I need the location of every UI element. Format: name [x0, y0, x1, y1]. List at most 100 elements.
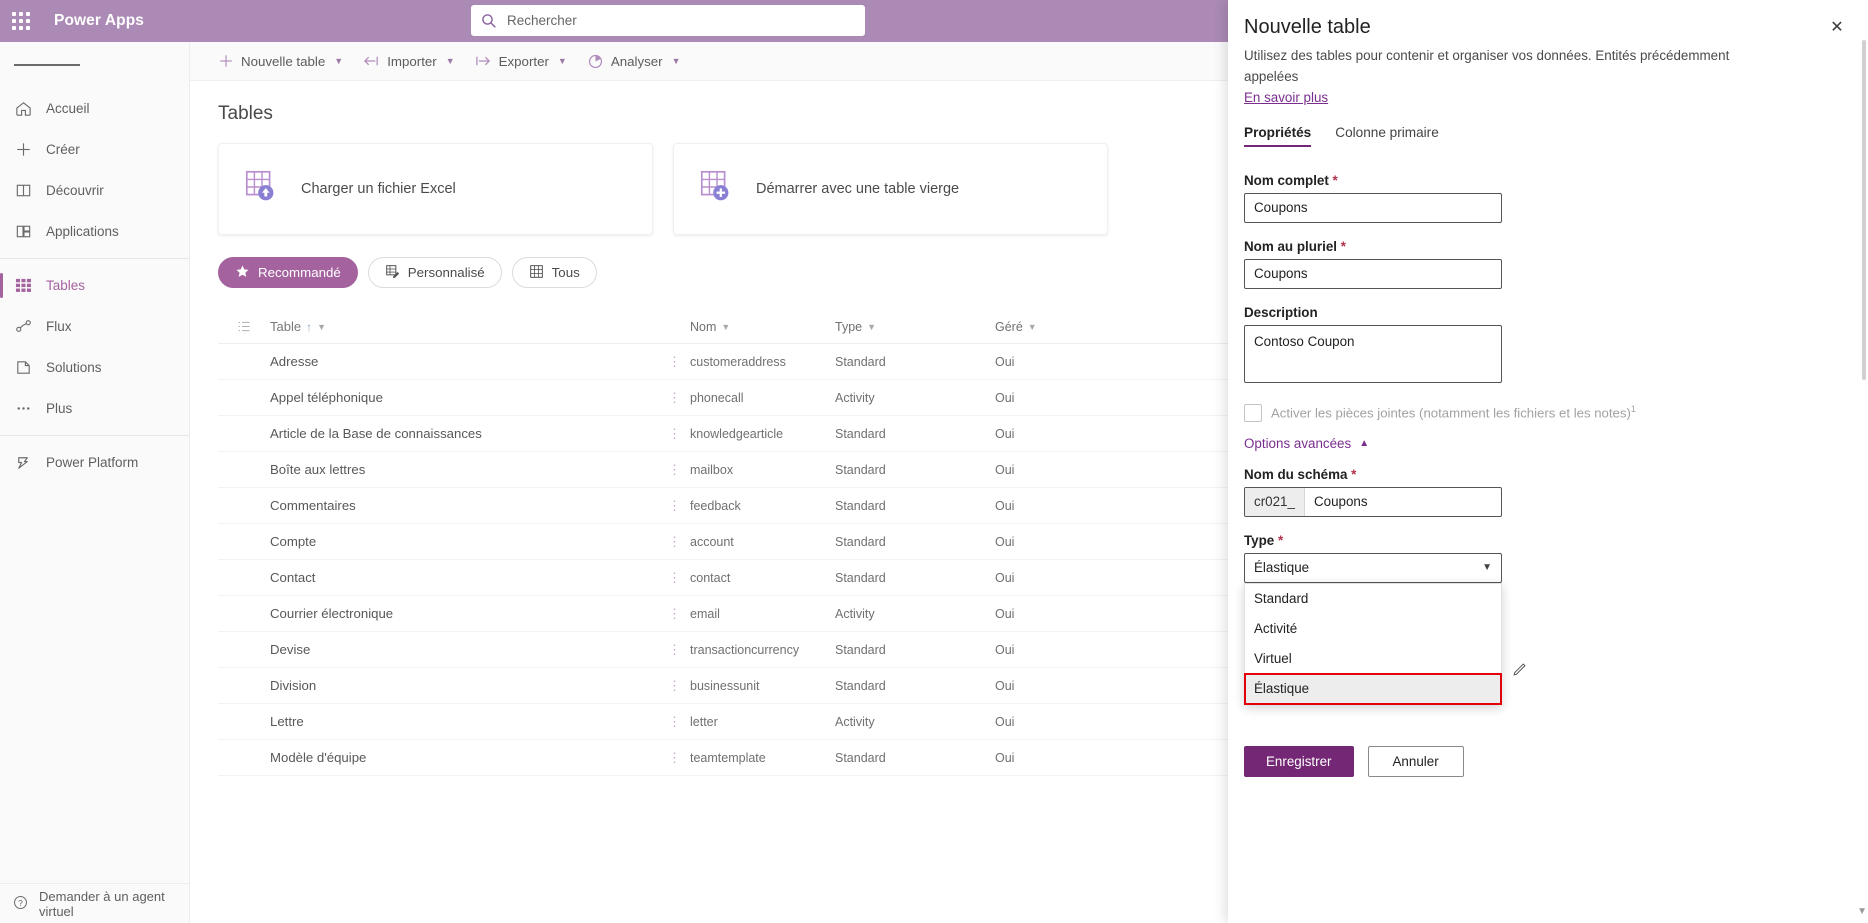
cell-type: Standard [835, 679, 995, 693]
row-more-icon[interactable]: ⋮ [660, 354, 690, 370]
chat-bot-icon: ? [12, 894, 29, 914]
virtual-agent-button[interactable]: ? Demander à un agent virtuel [0, 883, 190, 923]
description-textarea[interactable]: Contoso Coupon [1244, 325, 1502, 383]
app-launcher-icon[interactable] [0, 0, 42, 42]
cell-logical-name: letter [690, 715, 835, 729]
command-label: Nouvelle table [241, 54, 325, 69]
close-icon[interactable]: ✕ [1822, 12, 1852, 42]
advanced-label: Options avancées [1244, 436, 1351, 451]
cell-managed: Oui [995, 391, 1115, 405]
tab-colonne-primaire[interactable]: Colonne primaire [1335, 125, 1439, 147]
row-more-icon[interactable]: ⋮ [660, 714, 690, 730]
type-option-activite[interactable]: Activité [1245, 614, 1501, 644]
hamburger-icon[interactable] [0, 42, 189, 88]
sidebar-item-power-platform[interactable]: Power Platform [0, 442, 189, 483]
cell-table-name: Devise [270, 642, 660, 657]
sidebar-item-plus[interactable]: Plus [0, 388, 189, 429]
sort-ascending-icon: ↑ [306, 320, 312, 334]
filter-recommande[interactable]: Recommandé [218, 257, 358, 288]
type-option-virtuel[interactable]: Virtuel [1245, 644, 1501, 674]
chevron-down-icon[interactable]: ▼ [721, 322, 730, 332]
import-arrow-icon [363, 54, 380, 68]
row-more-icon[interactable]: ⋮ [660, 462, 690, 478]
chevron-down-icon[interactable]: ▼ [558, 56, 567, 66]
filter-personnalise[interactable]: Personnalisé [368, 257, 502, 288]
column-header-gere[interactable]: Géré ▼ [995, 320, 1115, 334]
export-button[interactable]: Exporter ▼ [467, 49, 575, 74]
row-more-icon[interactable]: ⋮ [660, 606, 690, 622]
upload-excel-card[interactable]: Charger un fichier Excel [218, 143, 653, 235]
power-platform-icon [12, 452, 34, 474]
label-text: Nom du schéma [1244, 467, 1347, 482]
filter-tous[interactable]: Tous [512, 257, 597, 288]
advanced-options-toggle[interactable]: Options avancées ▲ [1244, 436, 1852, 451]
row-more-icon[interactable]: ⋮ [660, 426, 690, 442]
chevron-down-icon[interactable]: ▼ [672, 56, 681, 66]
display-name-input[interactable] [1244, 193, 1502, 223]
row-more-icon[interactable]: ⋮ [660, 570, 690, 586]
cell-managed: Oui [995, 715, 1115, 729]
tab-proprietes[interactable]: Propriétés [1244, 125, 1311, 147]
cell-logical-name: businessunit [690, 679, 835, 693]
apps-icon [12, 221, 34, 243]
sidebar-item-creer[interactable]: Créer [0, 129, 189, 170]
column-header-nom[interactable]: Nom ▼ [690, 320, 835, 334]
chevron-down-icon[interactable]: ▼ [867, 322, 876, 332]
row-more-icon[interactable]: ⋮ [660, 498, 690, 514]
type-option-standard[interactable]: Standard [1245, 584, 1501, 614]
row-more-icon[interactable]: ⋮ [660, 642, 690, 658]
attachments-checkbox[interactable] [1244, 404, 1262, 422]
column-header-label: Nom [690, 320, 716, 334]
card-label: Charger un fichier Excel [301, 181, 456, 197]
sidebar-item-decouvrir[interactable]: Découvrir [0, 170, 189, 211]
global-search[interactable] [471, 5, 865, 36]
chevron-down-icon[interactable]: ▼ [334, 56, 343, 66]
cell-logical-name: mailbox [690, 463, 835, 477]
column-header-table[interactable]: Table ↑ ▼ [270, 319, 660, 334]
plural-name-input[interactable] [1244, 259, 1502, 289]
chevron-down-icon[interactable]: ▼ [1028, 322, 1037, 332]
edit-pencil-icon[interactable] [1508, 656, 1532, 680]
row-more-icon[interactable]: ⋮ [660, 750, 690, 766]
row-more-icon[interactable]: ⋮ [660, 678, 690, 694]
tab-label: Propriétés [1244, 125, 1311, 140]
sidebar-item-applications[interactable]: Applications [0, 211, 189, 252]
schema-name-field[interactable]: cr021_ Coupons [1244, 487, 1502, 517]
select-all-icon[interactable] [218, 319, 270, 334]
new-table-button[interactable]: Nouvelle table ▼ [210, 48, 351, 74]
chevron-down-icon[interactable]: ▼ [446, 56, 455, 66]
import-button[interactable]: Importer ▼ [355, 49, 462, 74]
cell-managed: Oui [995, 751, 1115, 765]
cell-type: Activity [835, 607, 995, 621]
row-more-icon[interactable]: ⋮ [660, 534, 690, 550]
search-input[interactable] [505, 12, 855, 29]
cell-type: Standard [835, 355, 995, 369]
scroll-down-arrow-icon[interactable]: ▼ [1857, 906, 1867, 917]
filter-label: Tous [552, 265, 580, 280]
learn-more-link[interactable]: En savoir plus [1244, 90, 1328, 105]
blank-table-card[interactable]: Démarrer avec une table vierge [673, 143, 1108, 235]
cancel-button[interactable]: Annuler [1368, 746, 1464, 777]
column-header-label: Table [270, 319, 301, 334]
sidebar-item-accueil[interactable]: Accueil [0, 88, 189, 129]
save-button[interactable]: Enregistrer [1244, 746, 1354, 777]
chevron-down-icon[interactable]: ▼ [317, 322, 326, 332]
cell-table-name: Courrier électronique [270, 606, 660, 621]
sidebar-item-solutions[interactable]: Solutions [0, 347, 189, 388]
sidebar-item-tables[interactable]: Tables [0, 265, 189, 306]
required-marker: * [1337, 239, 1346, 254]
type-selected-value: Élastique [1254, 560, 1309, 575]
analyze-button[interactable]: Analyser ▼ [579, 48, 689, 75]
row-more-icon[interactable]: ⋮ [660, 390, 690, 406]
card-label: Démarrer avec une table vierge [756, 181, 959, 197]
type-option-elastique[interactable]: Élastique [1245, 674, 1501, 704]
chevron-down-icon[interactable]: ▼ [1482, 562, 1492, 573]
type-select[interactable]: Élastique ▼ [1244, 553, 1502, 583]
cell-type: Standard [835, 751, 995, 765]
cell-type: Activity [835, 391, 995, 405]
schema-value[interactable]: Coupons [1305, 494, 1368, 509]
sidebar-item-flux[interactable]: Flux [0, 306, 189, 347]
column-header-type[interactable]: Type ▼ [835, 320, 995, 334]
panel-scrollbar[interactable] [1862, 40, 1866, 380]
cell-type: Standard [835, 571, 995, 585]
